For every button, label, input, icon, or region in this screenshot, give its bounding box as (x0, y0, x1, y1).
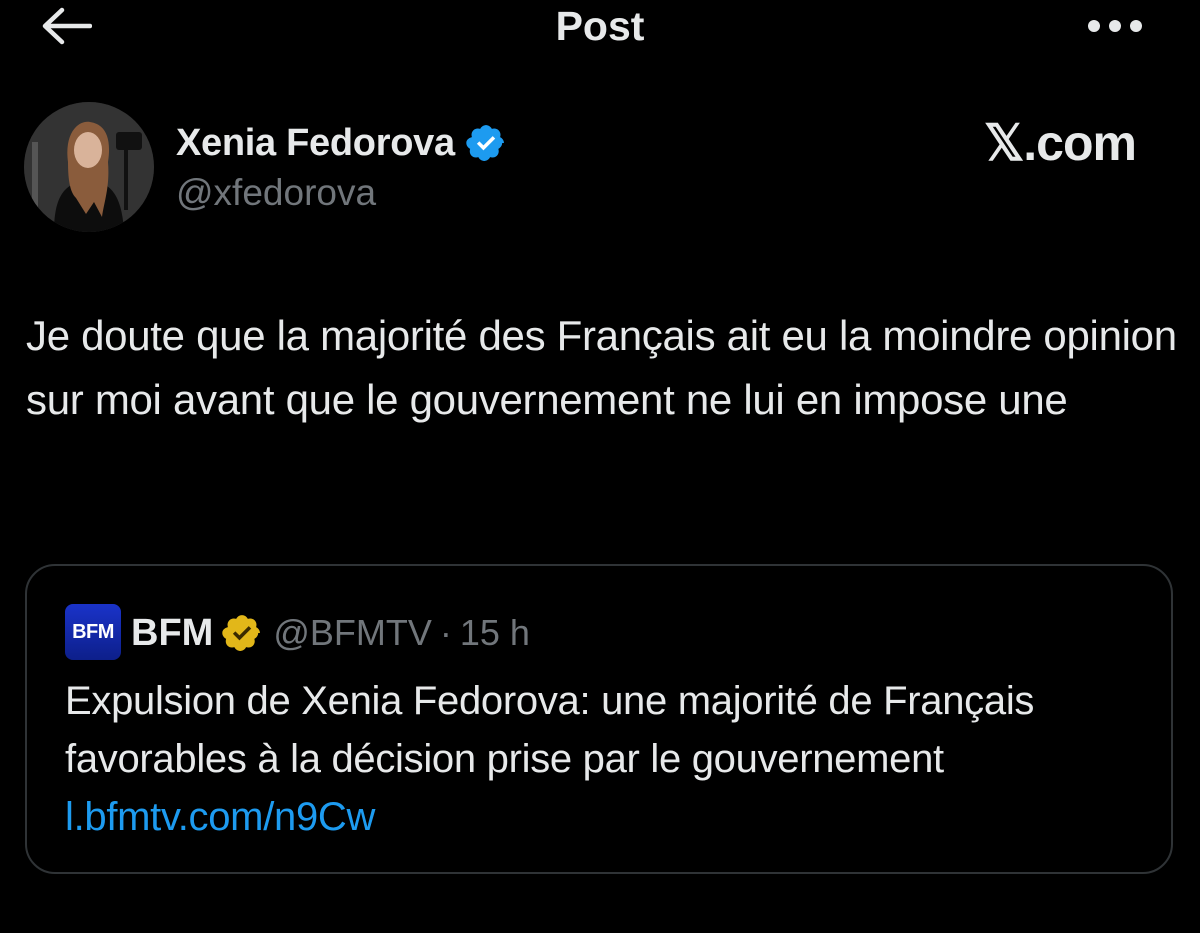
separator-dot: · (439, 612, 452, 653)
author-avatar[interactable] (24, 102, 154, 232)
quoted-author-name[interactable]: BFM (131, 612, 213, 655)
quoted-post-header: BFM @BFMTV · 15 h (131, 606, 530, 660)
verified-badge-icon (466, 125, 504, 161)
top-bar: Post (0, 0, 1200, 60)
author-display-name: Xenia Fedorova (176, 121, 455, 164)
x-com-watermark: 𝕏.com (984, 115, 1137, 171)
quoted-post-card[interactable]: BFM BFM @BFMTV · 15 h Expulsion de Xenia… (25, 564, 1173, 874)
avatar-photo (24, 102, 154, 232)
quoted-post-time[interactable]: 15 h (460, 612, 530, 654)
more-options-button[interactable] (1080, 6, 1150, 46)
quoted-post-text: Expulsion de Xenia Fedorova: une majorit… (65, 679, 1035, 781)
author-name-row[interactable]: Xenia Fedorova (176, 118, 507, 168)
bfm-logo-text: BFM (72, 620, 114, 643)
gold-verified-badge-icon (222, 615, 261, 651)
page-title: Post (555, 3, 645, 49)
bfm-avatar[interactable]: BFM (65, 604, 121, 660)
more-horizontal-icon (1088, 20, 1142, 32)
quoted-author-handle[interactable]: @BFMTV (273, 612, 432, 654)
author-handle[interactable]: @xfedorova (176, 172, 376, 214)
post-text: Je doute que la majorité des Français ai… (26, 312, 1177, 423)
quoted-post-link[interactable]: l.bfmtv.com/n9Cw (65, 788, 1155, 846)
quoted-post-body: Expulsion de Xenia Fedorova: une majorit… (65, 672, 1155, 846)
